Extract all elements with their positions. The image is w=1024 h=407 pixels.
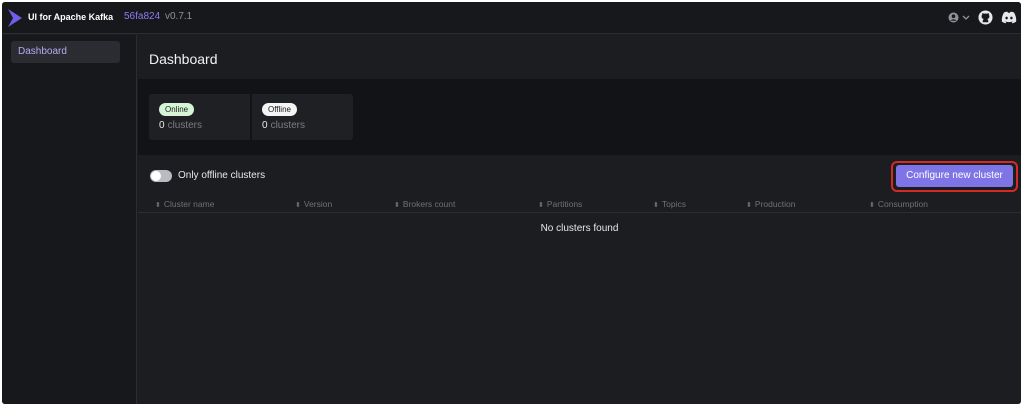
user-menu[interactable] [948,12,970,23]
column-version[interactable]: ⬍ Version [295,199,332,209]
column-label: Topics [661,199,686,209]
sort-icon: ⬍ [155,202,161,209]
column-label: Partitions [546,199,583,209]
online-count-unit: clusters [167,120,203,131]
sidebar-item-dashboard[interactable]: Dashboard [11,41,120,63]
offline-count-unit: clusters [270,120,306,131]
offline-stat-card: Offline 0 clusters [252,94,353,140]
column-label: Cluster name [163,199,215,209]
column-label: Version [303,199,333,209]
offline-badge: Offline [262,103,297,116]
sort-icon: ⬍ [295,202,301,209]
offline-clusters-toggle[interactable] [150,170,172,182]
offline-clusters-toggle-label[interactable]: Only offline clusters [178,170,265,181]
discord-icon[interactable] [1001,11,1017,24]
sidebar: Dashboard [2,35,137,404]
offline-count: 0 clusters [262,120,305,131]
user-icon [948,12,959,23]
table-divider [138,212,1021,213]
column-brokers-count[interactable]: ⬍ Brokers count [394,199,455,209]
commit-hash[interactable]: 56fa824 [124,11,160,22]
kafka-logo-icon[interactable] [7,8,23,28]
online-stat-card: Online 0 clusters [149,94,250,140]
column-cluster-name[interactable]: ⬍ Cluster name [155,199,214,209]
sort-icon: ⬍ [538,202,544,209]
column-label: Consumption [877,199,928,209]
column-label: Brokers count [402,199,456,209]
stats-band: Online 0 clusters Offline 0 clusters [138,79,1021,155]
top-bar: UI for Apache Kafka 56fa824 v0.7.1 [2,2,1021,34]
app-title[interactable]: UI for Apache Kafka [28,12,113,22]
top-icons [948,10,1017,25]
empty-table-message: No clusters found [540,223,619,234]
github-icon[interactable] [978,10,993,25]
sort-icon: ⬍ [653,202,659,209]
column-production[interactable]: ⬍ Production [746,199,796,209]
column-partitions[interactable]: ⬍ Partitions [538,199,582,209]
column-label: Production [754,199,796,209]
online-count-number: 0 [159,120,165,131]
app-version: v0.7.1 [165,11,193,22]
configure-new-cluster-button[interactable]: Configure new cluster [896,165,1013,187]
clusters-table-header: ⬍ Cluster name ⬍ Version ⬍ Brokers count ⬍ P… [138,196,1021,212]
column-topics[interactable]: ⬍ Topics [653,199,686,209]
sort-icon: ⬍ [394,202,400,209]
toggle-knob [151,171,161,181]
app-window: UI for Apache Kafka 56fa824 v0.7.1 Dashb… [2,2,1021,404]
offline-count-number: 0 [262,120,268,131]
main-content: Dashboard Online 0 clusters Offline 0 clus… [138,35,1021,404]
sort-icon: ⬍ [746,202,752,209]
online-count: 0 clusters [159,120,202,131]
sort-icon: ⬍ [869,202,875,209]
page-title: Dashboard [149,51,218,67]
column-consumption[interactable]: ⬍ Consumption [869,199,928,209]
online-badge: Online [159,103,195,116]
chevron-down-icon [962,15,970,20]
